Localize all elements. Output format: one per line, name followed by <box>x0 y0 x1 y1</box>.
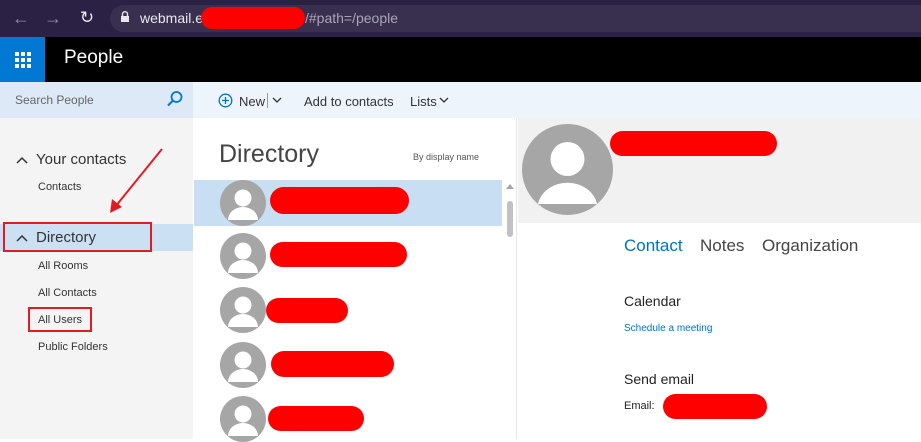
toolbar-divider <box>267 93 268 108</box>
tab-organization[interactable]: Organization <box>762 236 858 256</box>
tab-notes[interactable]: Notes <box>700 236 744 256</box>
chevron-down-icon[interactable] <box>272 97 282 104</box>
nav-item-all-contacts[interactable]: All Contacts <box>38 287 97 299</box>
lock-icon <box>121 11 129 22</box>
tab-contact[interactable]: Contact <box>624 236 683 256</box>
add-circle-icon[interactable] <box>218 93 233 108</box>
new-button[interactable]: New <box>239 94 265 109</box>
person-avatar-icon <box>522 124 613 215</box>
search-icon[interactable] <box>166 90 184 108</box>
send-email-heading: Send email <box>624 371 695 387</box>
app-header <box>0 37 921 82</box>
calendar-heading: Calendar <box>624 293 681 309</box>
left-nav-pane <box>0 82 193 439</box>
redaction-mark <box>268 406 364 431</box>
nav-item-all-rooms[interactable]: All Rooms <box>38 260 88 272</box>
redaction-mark <box>663 394 767 419</box>
app-launcher-icon[interactable] <box>0 37 45 82</box>
person-avatar-icon <box>220 287 266 333</box>
person-avatar-icon <box>220 180 266 226</box>
annotation-box-all-users <box>28 307 92 332</box>
person-avatar-icon <box>220 342 266 388</box>
chevron-down-icon[interactable] <box>439 97 449 104</box>
list-title: Directory <box>219 140 320 168</box>
search-input[interactable]: Search People <box>15 93 94 107</box>
scroll-up-icon[interactable] <box>506 184 514 189</box>
list-item[interactable] <box>194 287 502 333</box>
person-avatar-icon <box>220 233 266 279</box>
back-arrow-icon[interactable]: ← <box>11 8 31 28</box>
nav-item-contacts[interactable]: Contacts <box>38 181 81 193</box>
sort-dropdown[interactable]: By display name <box>413 152 479 162</box>
person-avatar-icon <box>220 396 266 442</box>
scrollbar-thumb[interactable] <box>507 201 513 237</box>
add-to-contacts-button[interactable]: Add to contacts <box>304 94 394 109</box>
nav-item-public-folders[interactable]: Public Folders <box>38 341 108 353</box>
redaction-mark <box>610 131 777 156</box>
chevron-up-icon[interactable] <box>16 156 28 164</box>
schedule-meeting-link[interactable]: Schedule a meeting <box>624 323 712 334</box>
forward-arrow-icon[interactable]: → <box>43 8 63 28</box>
annotation-arrow <box>110 148 163 213</box>
reload-icon[interactable]: ↻ <box>77 8 97 28</box>
redaction-mark <box>270 242 407 267</box>
lists-button[interactable]: Lists <box>410 94 437 109</box>
url-host: webmail.e <box>140 10 204 26</box>
redaction-mark <box>271 351 394 377</box>
email-label: Email: <box>624 400 655 412</box>
redaction-mark <box>266 298 348 323</box>
redaction-mark <box>270 187 409 214</box>
app-title: People <box>64 47 124 68</box>
command-toolbar <box>193 82 921 118</box>
redaction-mark <box>201 7 305 29</box>
annotation-box-directory <box>3 222 152 252</box>
url-path: /#path=/people <box>305 10 399 26</box>
